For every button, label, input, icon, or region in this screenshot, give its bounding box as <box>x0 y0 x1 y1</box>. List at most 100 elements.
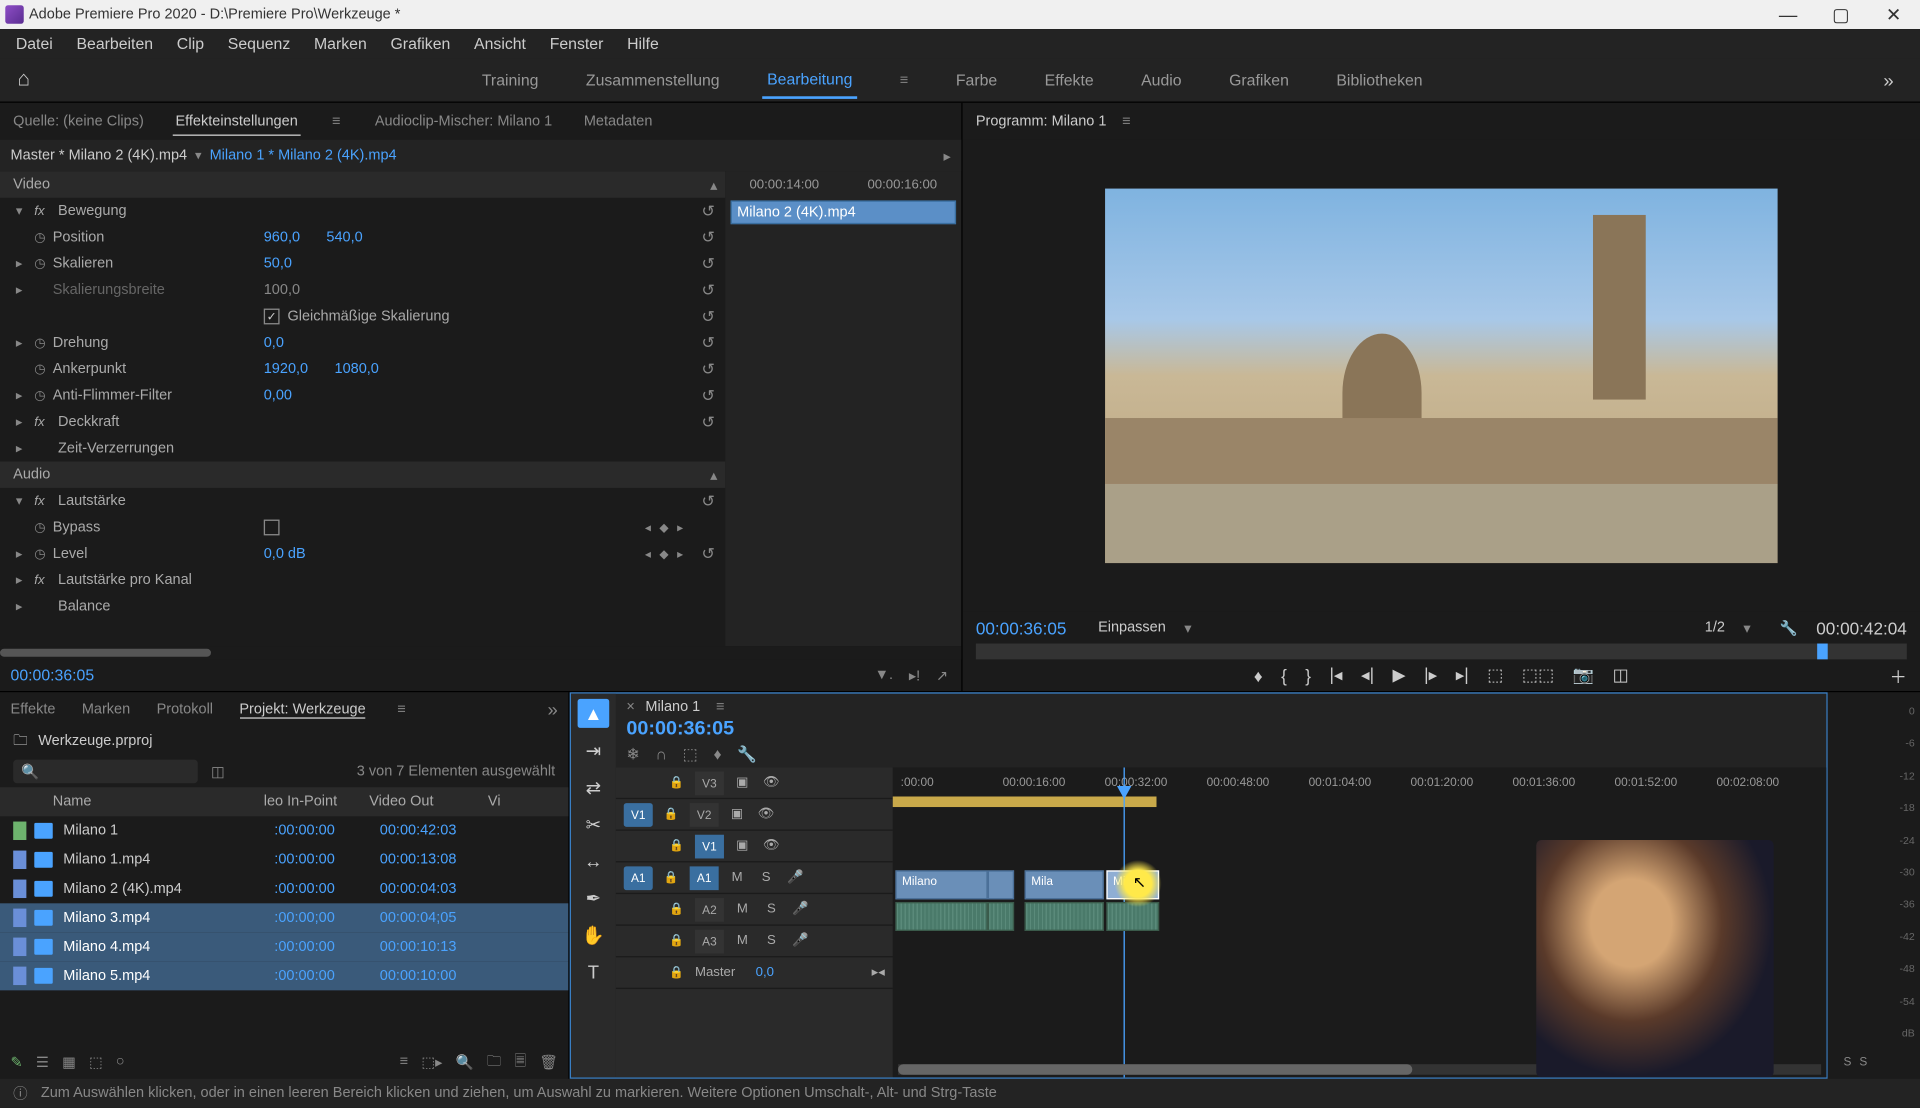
snap-icon[interactable]: ❄ <box>626 745 639 763</box>
expand-icon[interactable]: ▸ <box>16 283 34 298</box>
export-icon[interactable]: ↗ <box>936 667 948 684</box>
reset-icon[interactable]: ↺ <box>701 255 714 273</box>
ws-audio[interactable]: Audio <box>1136 63 1187 97</box>
find-icon[interactable]: 🔍 <box>456 1053 474 1070</box>
val-scale[interactable]: 50,0 <box>264 256 292 272</box>
project-item[interactable]: Milano 2 (4K).mp4:00:00:0000:00:04:03 <box>0 874 568 903</box>
tab-ec-menu-icon[interactable]: ≡ <box>327 113 346 129</box>
clip-v1-1[interactable]: Milano <box>895 870 987 899</box>
voiceover-icon[interactable]: 🎤 <box>790 934 811 949</box>
menu-fenster[interactable]: Fenster <box>539 32 614 56</box>
add-button-icon[interactable]: ＋ <box>1890 663 1907 688</box>
timeline-timecode[interactable]: 00:00:36:05 <box>626 717 1815 739</box>
solo-right[interactable]: S <box>1859 1055 1867 1068</box>
close-button[interactable]: ✕ <box>1867 0 1920 29</box>
marker-icon[interactable]: ♦ <box>1254 665 1263 685</box>
uniform-scale-checkbox[interactable]: ✓ <box>264 309 280 325</box>
reset-icon[interactable]: ↺ <box>701 228 714 246</box>
project-item[interactable]: Milano 1:00:00:0000:00:42:03 <box>0 816 568 845</box>
go-out-icon[interactable]: ▸| <box>1456 665 1469 686</box>
minimize-button[interactable]: — <box>1762 0 1815 29</box>
mute-icon[interactable]: M <box>732 934 753 949</box>
ec-sequence-clip[interactable]: Milano 1 * Milano 2 (4K).mp4 <box>210 148 397 164</box>
sequence-name[interactable]: Milano 1 <box>645 699 700 715</box>
src-v1[interactable]: V1 <box>624 802 653 826</box>
timeline-ruler[interactable]: :00:0000:00:16:0000:00:32:0000:00:48:000… <box>893 767 1827 796</box>
v2-label[interactable]: V2 <box>690 802 719 826</box>
a3-label[interactable]: A3 <box>695 929 724 953</box>
filter-icon[interactable]: ◫ <box>211 763 225 780</box>
type-tool[interactable]: T <box>578 957 610 986</box>
reset-icon[interactable]: ↺ <box>701 545 714 563</box>
val-position-x[interactable]: 960,0 <box>264 229 300 245</box>
expand-icon[interactable]: ▸ <box>16 336 34 351</box>
val-flicker[interactable]: 0,00 <box>264 388 292 404</box>
wrench-icon[interactable]: 🔧 <box>737 745 757 763</box>
bypass-checkbox[interactable] <box>264 520 280 536</box>
menu-marken[interactable]: Marken <box>303 32 377 56</box>
prop-volume[interactable]: Lautstärke <box>58 493 269 509</box>
lift-icon[interactable]: ⬚ <box>1487 665 1503 686</box>
track-select-tool[interactable]: ⇥ <box>578 736 610 765</box>
ws-effects[interactable]: Effekte <box>1039 63 1099 97</box>
menu-sequenz[interactable]: Sequenz <box>217 32 301 56</box>
src-a1[interactable]: A1 <box>624 866 653 890</box>
lock-icon[interactable] <box>661 807 682 822</box>
playonly-icon[interactable]: ▸! <box>909 667 920 684</box>
selection-tool[interactable]: ▲ <box>578 699 610 728</box>
ws-editing-menu-icon[interactable]: ≡ <box>895 72 914 88</box>
filter-icon[interactable]: ▼. <box>875 667 893 683</box>
solo-icon[interactable]: S <box>756 870 777 885</box>
wrench-icon[interactable]: 🔧 <box>1780 619 1798 636</box>
playhead-marker[interactable] <box>1817 644 1828 660</box>
expand-icon[interactable]: ▸◂ <box>872 965 885 980</box>
program-scrubber[interactable] <box>976 644 1907 660</box>
lock-icon[interactable] <box>666 965 687 980</box>
mute-icon[interactable]: M <box>727 870 748 885</box>
marker-icon[interactable]: ♦ <box>713 745 721 763</box>
ripple-tool[interactable]: ⇄ <box>578 773 610 802</box>
out-point-icon[interactable]: } <box>1305 665 1311 685</box>
ws-graphics[interactable]: Grafiken <box>1224 63 1294 97</box>
ws-editing[interactable]: Bearbeitung <box>762 61 858 98</box>
list-view-icon[interactable]: ☰ <box>36 1053 49 1070</box>
tab-effects[interactable]: Effekte <box>11 702 56 718</box>
reset-icon[interactable]: ↺ <box>701 281 714 299</box>
solo-icon[interactable]: S <box>761 902 782 917</box>
tab-markers[interactable]: Marken <box>82 702 130 718</box>
val-position-y[interactable]: 540,0 <box>326 229 362 245</box>
prop-opacity[interactable]: Deckkraft <box>58 414 269 430</box>
reset-icon[interactable]: ↺ <box>701 334 714 352</box>
program-resolution[interactable]: 1/2 <box>1705 620 1725 636</box>
home-button[interactable]: ⌂ <box>0 57 47 102</box>
toggle-output-icon[interactable]: ▣ <box>727 807 748 822</box>
reset-icon[interactable]: ↺ <box>701 386 714 404</box>
proj-overflow-icon[interactable]: » <box>548 699 558 720</box>
ec-scrollbar-thumb[interactable] <box>0 649 211 657</box>
expand-icon[interactable]: ▸ <box>16 599 34 614</box>
menu-grafiken[interactable]: Grafiken <box>380 32 461 56</box>
tab-history[interactable]: Protokoll <box>157 702 213 718</box>
go-in-icon[interactable]: |◂ <box>1329 665 1342 686</box>
stopwatch-icon[interactable]: ◷ <box>34 362 52 377</box>
step-back-icon[interactable]: ◂| <box>1361 665 1374 686</box>
clip-a1-2[interactable] <box>988 902 1014 931</box>
ws-assembly[interactable]: Zusammenstellung <box>581 63 725 97</box>
prop-balance[interactable]: Balance <box>58 599 269 615</box>
keyframe-nav[interactable]: ◂ ◆ ▸ <box>645 547 686 562</box>
menu-bearbeiten[interactable]: Bearbeiten <box>66 32 164 56</box>
tab-audio-mixer[interactable]: Audioclip-Mischer: Milano 1 <box>372 108 555 134</box>
prop-timeremap[interactable]: Zeit-Verzerrungen <box>58 440 269 456</box>
slip-tool[interactable]: ↔ <box>578 847 610 876</box>
prop-chanvol[interactable]: Lautstärke pro Kanal <box>58 572 269 588</box>
step-fwd-icon[interactable]: |▸ <box>1424 665 1437 686</box>
reset-icon[interactable]: ↺ <box>701 202 714 220</box>
a2-label[interactable]: A2 <box>695 897 724 921</box>
sort-icon[interactable]: ≡ <box>400 1054 408 1070</box>
expand-icon[interactable]: ▸ <box>16 256 34 271</box>
eye-icon[interactable] <box>761 839 782 854</box>
trash-icon[interactable]: 🗑 <box>539 1053 557 1070</box>
eye-icon[interactable] <box>756 807 777 822</box>
maximize-button[interactable]: ▢ <box>1815 0 1868 29</box>
hand-tool[interactable]: ✋ <box>578 920 610 949</box>
